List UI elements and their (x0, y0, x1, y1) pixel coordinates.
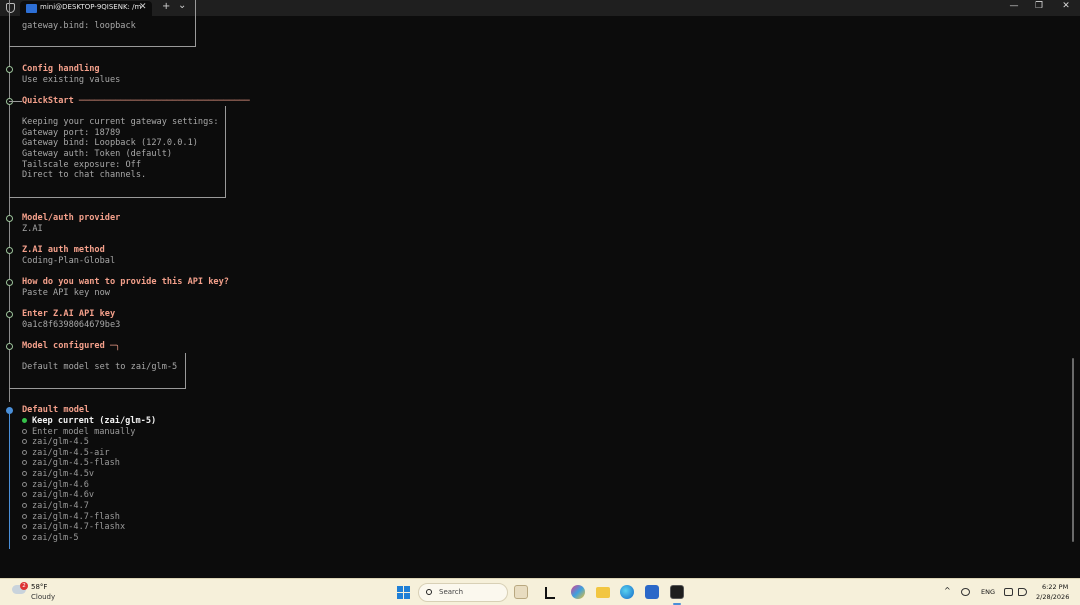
taskbar-app-icon[interactable] (545, 587, 555, 599)
step-node (6, 247, 13, 254)
model-option[interactable]: zai/glm-4.7 (32, 501, 89, 511)
model-option[interactable]: Keep current (zai/glm-5) (32, 416, 156, 426)
maximize-button[interactable]: ❐ (1029, 1, 1049, 11)
section-title: QuickStart ─────────────────────────────… (22, 96, 254, 106)
gutter-line-active (9, 410, 10, 549)
active-step-node (6, 407, 13, 414)
box-line: Gateway port: 18789 (22, 128, 121, 138)
network-icon[interactable] (1004, 588, 1013, 596)
step-node (6, 279, 13, 286)
section-title: Enter Z.AI API key (22, 309, 116, 319)
minimize-button[interactable]: — (1004, 1, 1024, 11)
radio-icon[interactable] (22, 482, 27, 487)
model-option[interactable]: zai/glm-4.7-flashx (32, 522, 125, 532)
model-option[interactable]: zai/glm-4.5-flash (32, 458, 120, 468)
volume-icon[interactable] (1018, 588, 1027, 596)
model-option[interactable]: Enter model manually (32, 427, 135, 437)
model-option[interactable]: zai/glm-4.5 (32, 437, 89, 447)
section-title: Model/auth provider (22, 213, 121, 223)
close-button[interactable]: ✕ (1056, 1, 1076, 11)
taskbar: 2 58°F Cloudy Search ^ ENG 6:22 PM 2/28/… (0, 578, 1080, 605)
clock-date[interactable]: 2/28/2026 (1036, 593, 1069, 601)
section-value: Use existing values (22, 75, 121, 85)
box-line: gateway.bind: loopback (22, 21, 136, 31)
box-line: Gateway bind: Loopback (127.0.0.1) (22, 138, 198, 148)
section-value: 0a1c8f6398064679be3 (22, 320, 121, 330)
windows-logo-icon (397, 586, 403, 592)
radio-icon[interactable] (22, 535, 27, 540)
terminal-output[interactable]: gateway.bind: loopback Config handling U… (0, 0, 1080, 578)
step-node (6, 215, 13, 222)
search-icon (426, 589, 432, 595)
radio-icon[interactable] (22, 429, 27, 434)
gutter-line (9, 0, 10, 402)
step-node (6, 66, 13, 73)
radio-icon[interactable] (22, 524, 27, 529)
box-line: Default model set to zai/glm-5 (22, 362, 178, 372)
step-node (6, 311, 13, 318)
model-option[interactable]: zai/glm-4.5-air (32, 448, 110, 458)
model-option[interactable]: zai/glm-4.5v (32, 469, 94, 479)
start-button[interactable] (397, 586, 410, 599)
model-option[interactable]: zai/glm-5 (32, 533, 79, 543)
section-title: Config handling (22, 64, 100, 74)
section-value: Z.AI (22, 224, 43, 234)
search-box[interactable]: Search (418, 583, 508, 602)
radio-icon[interactable] (22, 492, 27, 497)
section-title: Z.AI auth method (22, 245, 105, 255)
folder-icon[interactable] (596, 587, 610, 598)
language-indicator[interactable]: ENG (981, 588, 995, 596)
radio-icon[interactable] (22, 514, 27, 519)
radio-icon[interactable] (22, 439, 27, 444)
radio-icon[interactable] (22, 450, 27, 455)
model-option[interactable]: zai/glm-4.7-flash (32, 512, 120, 522)
weather-temperature: 58°F (31, 583, 48, 591)
weather-condition: Cloudy (31, 593, 56, 601)
taskbar-widget-icon[interactable] (514, 585, 528, 599)
section-title: Model configured ─╮ (22, 341, 121, 351)
box-line: Gateway auth: Token (default) (22, 149, 173, 159)
radio-icon[interactable] (22, 503, 27, 508)
clock-time[interactable]: 6:22 PM (1042, 583, 1068, 591)
box-line: Direct to chat channels. (22, 170, 147, 180)
section-title: How do you want to provide this API key? (22, 277, 229, 287)
model-option[interactable]: zai/glm-4.6 (32, 480, 89, 490)
section-value: Paste API key now (22, 288, 110, 298)
step-node (6, 343, 13, 350)
search-placeholder: Search (439, 588, 464, 596)
chevron-up-icon[interactable]: ^ (944, 586, 951, 595)
radio-icon[interactable] (22, 460, 27, 465)
copilot-icon[interactable] (571, 585, 585, 599)
terminal-app-icon[interactable] (670, 585, 684, 599)
model-option[interactable]: zai/glm-4.6v (32, 490, 94, 500)
section-title: Default model (22, 405, 90, 415)
edge-icon[interactable] (620, 585, 634, 599)
onedrive-icon[interactable] (961, 588, 970, 596)
scrollbar[interactable] (1072, 358, 1074, 542)
store-icon[interactable] (645, 585, 659, 599)
section-value: Coding-Plan-Global (22, 256, 116, 266)
box-line: Keeping your current gateway settings: (22, 117, 219, 127)
box-line: Tailscale exposure: Off (22, 160, 141, 170)
notification-badge: 2 (20, 582, 28, 590)
radio-selected-icon[interactable] (22, 418, 27, 423)
radio-icon[interactable] (22, 471, 27, 476)
